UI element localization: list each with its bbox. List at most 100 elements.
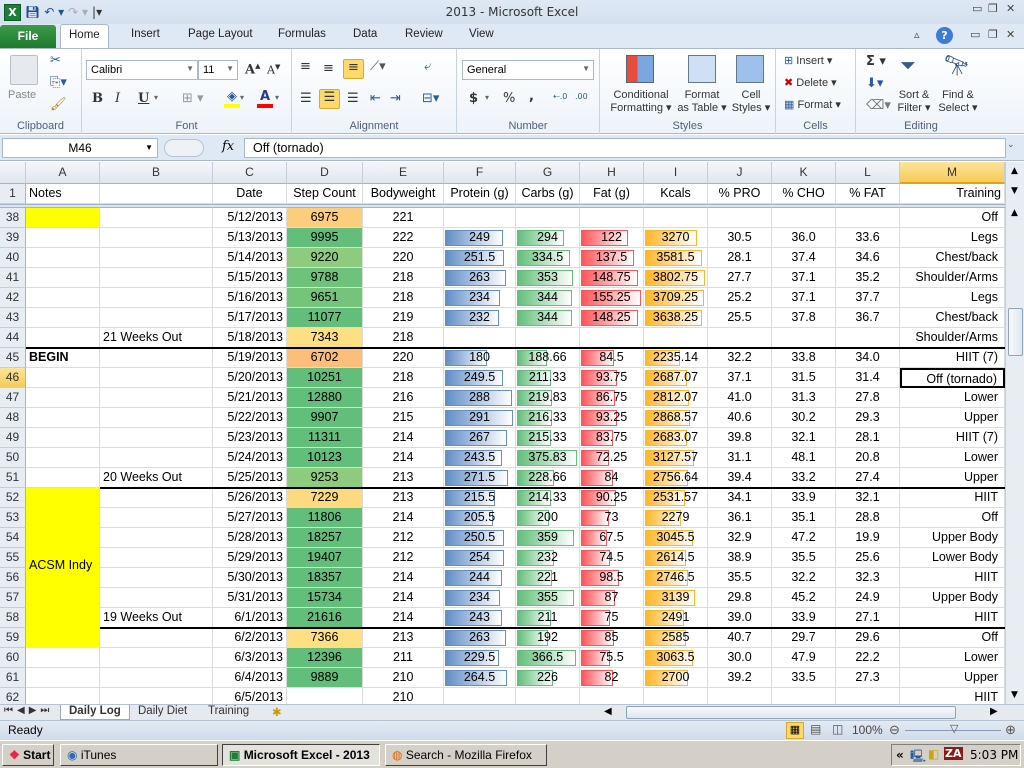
vertical-scroll-thumb[interactable]: [1008, 308, 1023, 356]
cell-c45[interactable]: 5/19/2013: [213, 348, 287, 368]
cell-i48[interactable]: 2868.57: [644, 408, 708, 428]
clear-icon[interactable]: ⌫▾: [866, 98, 891, 113]
cell-a53[interactable]: [26, 508, 100, 528]
cell-k57[interactable]: 45.2: [772, 588, 836, 608]
cell-g61[interactable]: 226: [516, 668, 580, 688]
cell-g45[interactable]: 188.66: [516, 348, 580, 368]
cell-k55[interactable]: 35.5: [772, 548, 836, 568]
cell-e59[interactable]: 213: [363, 628, 444, 648]
cell-j53[interactable]: 36.1: [708, 508, 772, 528]
cell-d48[interactable]: 9907: [287, 408, 363, 428]
cell-l56[interactable]: 32.3: [836, 568, 900, 588]
cell-k44[interactable]: [772, 328, 836, 348]
cell-l41[interactable]: 35.2: [836, 268, 900, 288]
cell-d51[interactable]: 9253: [287, 468, 363, 488]
cell-d59[interactable]: 7366: [287, 628, 363, 648]
cell-g60[interactable]: 366.5: [516, 648, 580, 668]
cell-e52[interactable]: 213: [363, 488, 444, 508]
cell-f39[interactable]: 249: [444, 228, 516, 248]
cell-b50[interactable]: [100, 448, 213, 468]
cell-k54[interactable]: 47.2: [772, 528, 836, 548]
cell-b61[interactable]: [100, 668, 213, 688]
cell-g55[interactable]: 232: [516, 548, 580, 568]
cell-d42[interactable]: 9651: [287, 288, 363, 308]
conditional-formatting-button[interactable]: Conditional Formatting ▾: [606, 89, 676, 115]
cell-m53[interactable]: Off: [900, 508, 1005, 528]
row-header[interactable]: 49: [0, 428, 26, 448]
cell-f54[interactable]: 250.5: [444, 528, 516, 548]
formula-input[interactable]: Off (tornado): [244, 138, 1006, 158]
cell-c60[interactable]: 6/3/2013: [213, 648, 287, 668]
cell-b39[interactable]: [100, 228, 213, 248]
cell-j48[interactable]: 40.6: [708, 408, 772, 428]
cell-e45[interactable]: 220: [363, 348, 444, 368]
cell-i54[interactable]: 3045.5: [644, 528, 708, 548]
find-select-icon[interactable]: 🔭︎: [944, 53, 969, 77]
cell-a62[interactable]: [26, 688, 100, 704]
format-as-table-icon[interactable]: [688, 55, 716, 83]
column-header-h[interactable]: H: [580, 162, 644, 184]
normal-view-icon[interactable]: ▦: [786, 722, 804, 739]
cell-d50[interactable]: 10123: [287, 448, 363, 468]
cell-l43[interactable]: 36.7: [836, 308, 900, 328]
cell-k48[interactable]: 30.2: [772, 408, 836, 428]
paste-button[interactable]: Paste: [8, 89, 36, 102]
cell-b58[interactable]: 19 Weeks Out: [100, 608, 213, 628]
cell-c54[interactable]: 5/28/2013: [213, 528, 287, 548]
cell-e40[interactable]: 220: [363, 248, 444, 268]
row-header[interactable]: 59: [0, 628, 26, 648]
row-header[interactable]: 45: [0, 348, 26, 368]
cell-b51[interactable]: 20 Weeks Out: [100, 468, 213, 488]
cell-b49[interactable]: [100, 428, 213, 448]
row-header[interactable]: 42: [0, 288, 26, 308]
cell-c59[interactable]: 6/2/2013: [213, 628, 287, 648]
close-button[interactable]: ✕: [1006, 2, 1015, 15]
cell-c49[interactable]: 5/23/2013: [213, 428, 287, 448]
cell-h39[interactable]: 122: [580, 228, 644, 248]
cell-d44[interactable]: 7343: [287, 328, 363, 348]
cell-b52[interactable]: [100, 488, 213, 508]
wireless-icon[interactable]: ◧: [928, 747, 939, 761]
zonealarm-icon[interactable]: ZA: [944, 747, 963, 760]
cell-j38[interactable]: [708, 208, 772, 228]
align-middle-icon[interactable]: ≡: [323, 61, 334, 76]
cell-i52[interactable]: 2531.57: [644, 488, 708, 508]
cell-e47[interactable]: 216: [363, 388, 444, 408]
sort-filter-icon[interactable]: ⏷: [900, 53, 916, 77]
increase-indent-icon[interactable]: ⇥: [390, 91, 401, 106]
cell-k51[interactable]: 33.2: [772, 468, 836, 488]
cell-f58[interactable]: 243: [444, 608, 516, 628]
cell-d53[interactable]: 11806: [287, 508, 363, 528]
taskbar-item-excel[interactable]: ▣ Microsoft Excel - 2013: [222, 744, 380, 766]
taskbar-item-firefox[interactable]: ◍ Search - Mozilla Firefox: [385, 744, 547, 766]
row-header[interactable]: 50: [0, 448, 26, 468]
cell-m62[interactable]: HIIT: [900, 688, 1005, 704]
tab-home[interactable]: Home: [60, 24, 109, 49]
cell-g62[interactable]: [516, 688, 580, 704]
cell-m57[interactable]: Upper Body: [900, 588, 1005, 608]
delete-cells-button[interactable]: ✖ Delete ▾: [784, 77, 837, 90]
row-header[interactable]: 52: [0, 488, 26, 508]
header-cell-a[interactable]: Notes: [26, 184, 100, 204]
cell-c56[interactable]: 5/30/2013: [213, 568, 287, 588]
cell-c39[interactable]: 5/13/2013: [213, 228, 287, 248]
header-cell-e[interactable]: Bodyweight: [363, 184, 444, 204]
zoom-out-icon[interactable]: ⊖: [889, 722, 900, 738]
workbook-minimize-button[interactable]: ▭: [970, 28, 980, 41]
cell-a61[interactable]: [26, 668, 100, 688]
insert-function-icon[interactable]: fx: [222, 139, 234, 154]
cell-d55[interactable]: 19407: [287, 548, 363, 568]
cell-d47[interactable]: 12880: [287, 388, 363, 408]
cell-h48[interactable]: 93.25: [580, 408, 644, 428]
scroll-up-icon[interactable]: ▲: [1011, 208, 1018, 218]
cell-j43[interactable]: 25.5: [708, 308, 772, 328]
row-header[interactable]: 41: [0, 268, 26, 288]
cell-f53[interactable]: 205.5: [444, 508, 516, 528]
cell-i61[interactable]: 2700: [644, 668, 708, 688]
cell-g39[interactable]: 294: [516, 228, 580, 248]
cell-i58[interactable]: 2491: [644, 608, 708, 628]
cell-i55[interactable]: 2614.5: [644, 548, 708, 568]
cell-h60[interactable]: 75.5: [580, 648, 644, 668]
cell-h51[interactable]: 84: [580, 468, 644, 488]
cell-h47[interactable]: 86.75: [580, 388, 644, 408]
